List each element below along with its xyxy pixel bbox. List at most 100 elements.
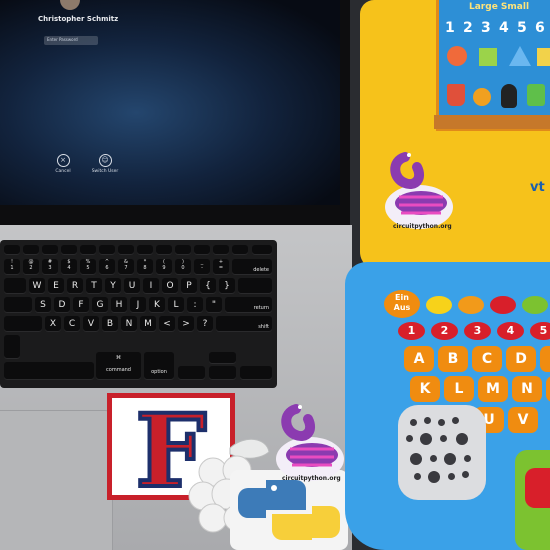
fn-key[interactable]	[4, 335, 20, 359]
function-key[interactable]	[99, 245, 115, 255]
speaker-hole	[462, 471, 469, 478]
number-key[interactable]: 5	[530, 322, 550, 340]
return-key[interactable]: return	[225, 297, 272, 313]
key[interactable]: J	[130, 297, 146, 313]
shift-key-left[interactable]	[4, 316, 42, 332]
key[interactable]: Y	[105, 278, 121, 294]
spacebar[interactable]	[4, 362, 94, 380]
key[interactable]: E	[48, 278, 64, 294]
letter-key[interactable]: V	[508, 407, 538, 433]
arrow-down-key[interactable]	[209, 366, 236, 380]
tab-key[interactable]	[4, 278, 26, 294]
key[interactable]	[238, 278, 272, 294]
key[interactable]: S	[35, 297, 51, 313]
key[interactable]: C	[64, 316, 80, 332]
letter-key[interactable]: D	[506, 346, 536, 372]
key[interactable]: V	[83, 316, 99, 332]
caps-lock-key[interactable]	[4, 297, 32, 313]
key[interactable]: X	[45, 316, 61, 332]
arrow-up-key[interactable]	[209, 352, 236, 364]
toy-mouse-pad[interactable]	[515, 450, 550, 550]
option-key[interactable]: option	[144, 352, 174, 380]
number-key[interactable]: 2	[431, 322, 458, 340]
key[interactable]: U	[124, 278, 140, 294]
letter-key[interactable]: B	[438, 346, 468, 372]
function-key[interactable]	[4, 245, 20, 255]
key[interactable]: H	[111, 297, 127, 313]
function-key[interactable]	[137, 245, 153, 255]
arrow-left-key[interactable]	[178, 366, 205, 380]
key[interactable]: I	[143, 278, 159, 294]
letter-key[interactable]: A	[404, 346, 434, 372]
key[interactable]: P	[181, 278, 197, 294]
function-key[interactable]	[42, 245, 58, 255]
key[interactable]: :	[187, 297, 203, 313]
command-key[interactable]: ⌘ command	[96, 352, 141, 380]
key[interactable]: N	[121, 316, 137, 332]
key[interactable]: "	[206, 297, 222, 313]
key[interactable]: L	[168, 297, 184, 313]
key[interactable]: W	[29, 278, 45, 294]
trackpad[interactable]	[0, 410, 113, 550]
number-key[interactable]: 4	[497, 322, 524, 340]
function-key[interactable]	[175, 245, 191, 255]
function-key[interactable]	[194, 245, 210, 255]
power-key[interactable]	[252, 245, 272, 255]
letter-key[interactable]: K	[410, 376, 440, 402]
key[interactable]: % 5	[80, 259, 96, 275]
number-key[interactable]: 1	[398, 322, 425, 340]
letter-key[interactable]: L	[444, 376, 474, 402]
key[interactable]: >	[178, 316, 194, 332]
green-button[interactable]	[522, 296, 548, 314]
key[interactable]: G	[92, 297, 108, 313]
letter-key[interactable]: M	[478, 376, 508, 402]
key[interactable]: ^ 6	[99, 259, 115, 275]
orange-button[interactable]	[458, 296, 484, 314]
key[interactable]: K	[149, 297, 165, 313]
red-button[interactable]	[490, 296, 516, 314]
key[interactable]: O	[162, 278, 178, 294]
key[interactable]: {	[200, 278, 216, 294]
function-key[interactable]	[156, 245, 172, 255]
key[interactable]: + =	[213, 259, 229, 275]
key[interactable]: @2	[23, 259, 39, 275]
key[interactable]: (9	[156, 259, 172, 275]
letter-key[interactable]: N	[512, 376, 542, 402]
password-input[interactable]: Enter Password	[44, 36, 98, 45]
function-key[interactable]	[118, 245, 134, 255]
key[interactable]: F	[73, 297, 89, 313]
key[interactable]: & 7	[118, 259, 134, 275]
cancel-label: Cancel	[55, 169, 71, 174]
function-key[interactable]	[23, 245, 39, 255]
cancel-button[interactable]: × Cancel	[43, 154, 83, 174]
arrow-right-key[interactable]	[240, 366, 272, 380]
key[interactable]: _ -	[194, 259, 210, 275]
key[interactable]: T	[86, 278, 102, 294]
function-key[interactable]	[80, 245, 96, 255]
key[interactable]: $4	[61, 259, 77, 275]
yellow-button[interactable]	[426, 296, 452, 314]
key[interactable]: #3	[42, 259, 58, 275]
key[interactable]: ?	[197, 316, 213, 332]
key[interactable]: ! 1	[4, 259, 20, 275]
key[interactable]: <	[159, 316, 175, 332]
letter-key[interactable]: C	[472, 346, 502, 372]
key[interactable]: * 8	[137, 259, 153, 275]
function-key[interactable]	[213, 245, 229, 255]
key[interactable]: }	[219, 278, 235, 294]
key[interactable]: R	[67, 278, 83, 294]
switch-user-button[interactable]: ☺ Switch User	[85, 154, 125, 174]
mouse-button[interactable]	[525, 468, 550, 508]
function-key[interactable]	[232, 245, 248, 255]
power-button[interactable]: Ein Aus	[384, 290, 420, 318]
key[interactable]: D	[54, 297, 70, 313]
letter-key[interactable]: E	[540, 346, 550, 372]
function-key[interactable]	[61, 245, 77, 255]
letter-key[interactable]: O	[546, 376, 550, 402]
key[interactable]: B	[102, 316, 118, 332]
key[interactable]: ) 0	[175, 259, 191, 275]
delete-key[interactable]: delete	[232, 259, 272, 275]
shift-key-right[interactable]: shift	[216, 316, 272, 332]
key[interactable]: M	[140, 316, 156, 332]
number-key[interactable]: 3	[464, 322, 491, 340]
